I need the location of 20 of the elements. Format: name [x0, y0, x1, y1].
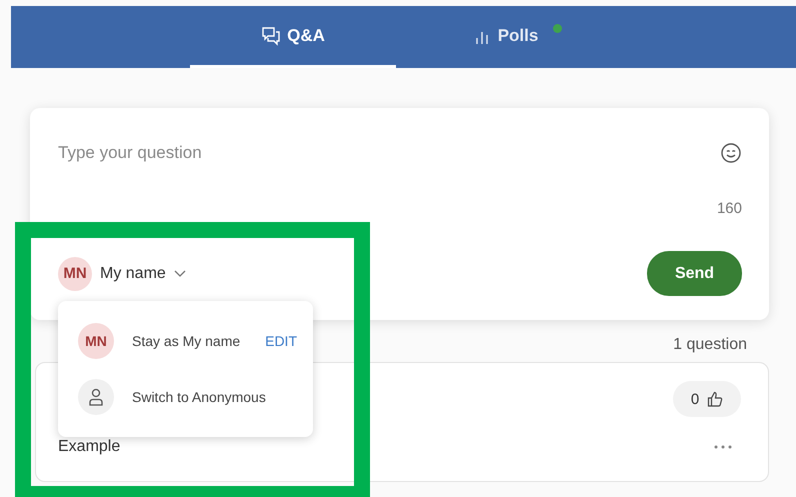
smiley-icon[interactable] — [720, 142, 742, 164]
character-counter: 160 — [716, 200, 742, 217]
question-text: Example — [58, 438, 120, 456]
upvote-button[interactable]: 0 — [673, 381, 741, 417]
tab[interactable]: Q&A — [190, 6, 396, 68]
menu-item[interactable]: Switch to Anonymous — [132, 389, 297, 405]
send-button[interactable]: Send — [647, 251, 742, 296]
question-count: 1 question — [673, 336, 747, 354]
thumbs-up-icon — [707, 391, 724, 407]
menu-item[interactable]: Stay as My name — [132, 333, 248, 349]
person-icon — [88, 388, 104, 406]
avatar: MN — [58, 256, 92, 290]
author-selector[interactable]: MN My name — [58, 256, 186, 290]
chat-icon — [261, 26, 282, 46]
tab[interactable]: Polls — [396, 6, 616, 68]
chevron-down-icon — [174, 270, 186, 278]
avatar: MN — [78, 323, 114, 359]
edit-link[interactable]: EDIT — [265, 333, 297, 349]
more-icon[interactable] — [714, 445, 732, 449]
question-field[interactable]: Type your question — [58, 143, 458, 163]
